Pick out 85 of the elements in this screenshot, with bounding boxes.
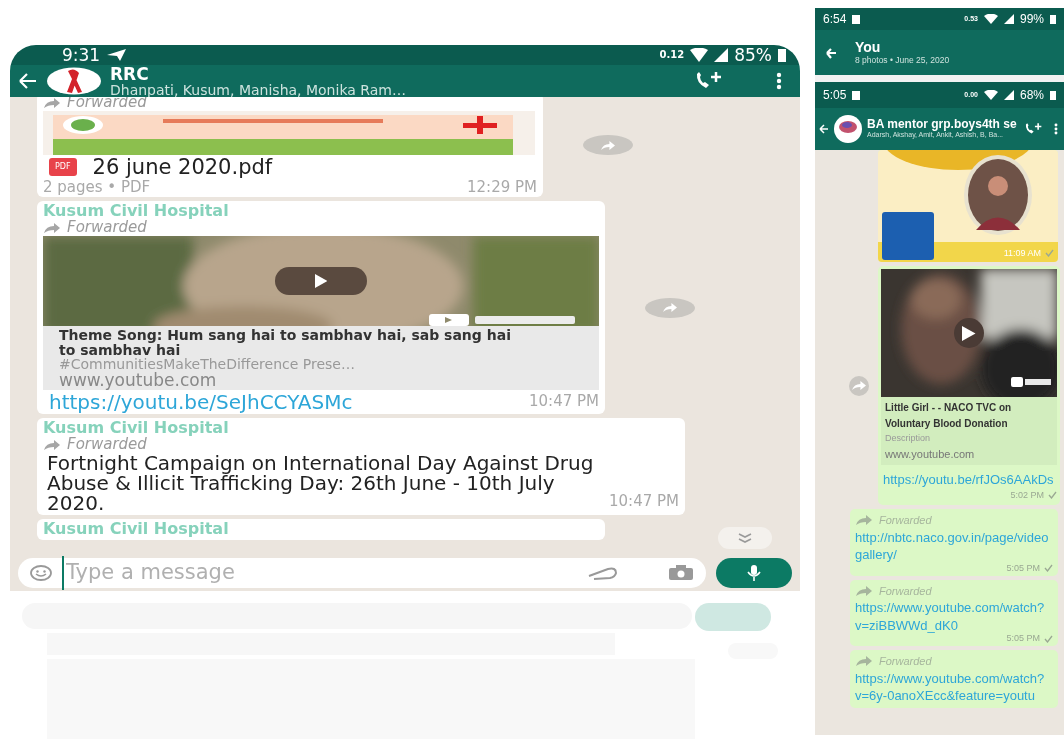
signal-icon bbox=[714, 48, 729, 62]
sender-name: Kusum Civil Hospital bbox=[43, 520, 230, 538]
clock-time: 5:05 bbox=[823, 87, 847, 104]
message-time: 5:05 PM bbox=[1006, 563, 1040, 573]
wifi-icon bbox=[690, 48, 709, 62]
file-name: 26 june 2020.pdf bbox=[92, 154, 273, 179]
chat-title: BA mentor grp.boys4th se bbox=[867, 118, 1018, 132]
preview-title: Little Girl - - NACO TVC on Voluntary Blood Donation bbox=[885, 401, 1013, 431]
screen-title: You bbox=[855, 39, 882, 56]
send-icon bbox=[106, 48, 129, 62]
sender-name: Kusum Civil Hospital bbox=[43, 203, 230, 221]
signal-icon bbox=[1003, 90, 1014, 100]
check-icon bbox=[1048, 491, 1057, 500]
chat-title: RRC bbox=[110, 65, 150, 83]
pdf-badge: PDF bbox=[49, 157, 77, 176]
add-call-icon[interactable] bbox=[694, 71, 722, 91]
forward-icon bbox=[855, 655, 873, 668]
check-icon bbox=[1044, 564, 1053, 573]
message-time: 5:02 PM bbox=[1010, 488, 1044, 502]
message-link[interactable]: https://www.youtube.com/watch?v=6y-0anoXEcc&feature=youtu bbox=[855, 669, 1053, 705]
camera-icon[interactable] bbox=[668, 565, 694, 581]
forward-icon bbox=[855, 514, 873, 527]
back-icon[interactable] bbox=[819, 123, 829, 135]
forward-icon bbox=[852, 381, 866, 390]
battery-icon bbox=[1050, 90, 1056, 100]
clock-time: 6:54 bbox=[823, 11, 847, 28]
chat-members: Dhanpati, Kusum, Manisha, Monika Ram… bbox=[110, 82, 407, 97]
wifi-icon bbox=[983, 90, 998, 100]
forwarded-label: Forwarded bbox=[879, 583, 932, 599]
forward-icon bbox=[43, 97, 61, 109]
group-avatar bbox=[833, 114, 863, 144]
preview-domain: www.youtube.com bbox=[885, 446, 976, 462]
back-icon[interactable] bbox=[825, 46, 837, 59]
wifi-icon bbox=[983, 14, 998, 24]
group-avatar bbox=[46, 67, 102, 95]
microphone-icon bbox=[747, 565, 761, 581]
forwarded-label: Forwarded bbox=[67, 437, 147, 453]
forwarded-label: Forwarded bbox=[67, 220, 147, 236]
double-chevron-down-icon bbox=[738, 533, 752, 543]
message-time: 10:47 PM bbox=[609, 491, 679, 513]
file-meta: 2 pages • PDF bbox=[43, 178, 151, 196]
media-info: 8 photos • June 25, 2020 bbox=[855, 55, 950, 66]
forwarded-label: Forwarded bbox=[879, 654, 932, 670]
forward-icon bbox=[855, 584, 873, 597]
message-time: 5:05 PM bbox=[1006, 634, 1040, 644]
check-icon bbox=[1044, 634, 1053, 643]
voice-message-button[interactable] bbox=[716, 558, 792, 588]
battery-icon bbox=[778, 48, 786, 62]
attach-icon[interactable] bbox=[586, 566, 618, 580]
back-icon[interactable] bbox=[18, 72, 38, 90]
gallery-icon bbox=[852, 90, 861, 100]
message-link[interactable]: https://www.youtube.com/watch?v=ziBBWWd_dK0 bbox=[855, 599, 1053, 635]
preview-description: Description bbox=[885, 432, 932, 445]
add-call-icon[interactable] bbox=[1024, 122, 1042, 136]
play-icon bbox=[314, 273, 328, 288]
battery-icon bbox=[1050, 14, 1056, 24]
message-time: 12:29 PM bbox=[467, 178, 537, 196]
preview-description: #CommunitiesMakeTheDifference Prese… bbox=[59, 357, 356, 372]
message-time: 10:47 PM bbox=[529, 390, 599, 412]
more-options-icon[interactable] bbox=[1054, 122, 1058, 136]
emoji-icon[interactable] bbox=[30, 565, 52, 581]
network-speed: 0.12 bbox=[659, 50, 685, 60]
check-icon bbox=[1045, 249, 1054, 258]
forward-icon bbox=[663, 303, 677, 313]
play-icon bbox=[962, 325, 976, 341]
gallery-icon bbox=[852, 14, 861, 24]
signal-icon bbox=[1003, 14, 1014, 24]
preview-domain: www.youtube.com bbox=[59, 372, 218, 390]
forwarded-label: Forwarded bbox=[879, 513, 932, 529]
message-link[interactable]: http://nbtc.naco.gov.in/page/videogallery/ bbox=[855, 528, 1053, 564]
clock-time: 9:31 bbox=[62, 46, 101, 64]
battery-level: 99% bbox=[1019, 11, 1044, 28]
sender-name: Kusum Civil Hospital bbox=[43, 420, 230, 438]
message-field[interactable]: Type a message bbox=[18, 558, 706, 588]
forward-icon bbox=[43, 222, 61, 235]
more-options-icon[interactable] bbox=[776, 72, 782, 90]
message-time: 11:09 AM bbox=[1003, 246, 1041, 260]
preview-title: Theme Song: Hum sang hai to sambhav hai, sab sang hai to sambhav hai bbox=[59, 327, 512, 358]
forward-icon bbox=[601, 140, 615, 150]
message-link[interactable]: https://youtu.be/rfJOs6AAkDs bbox=[881, 465, 1057, 489]
message-link[interactable]: https://youtu.be/SeJhCCYASMc bbox=[43, 392, 363, 413]
battery-level: 85% bbox=[734, 46, 772, 64]
message-text: Fortnight Campaign on International Day Against Drug Abuse & Illicit Trafficking Day: 26th June - 10th July 2020. bbox=[46, 452, 595, 513]
battery-level: 68% bbox=[1019, 87, 1044, 104]
forward-icon bbox=[43, 439, 61, 451]
